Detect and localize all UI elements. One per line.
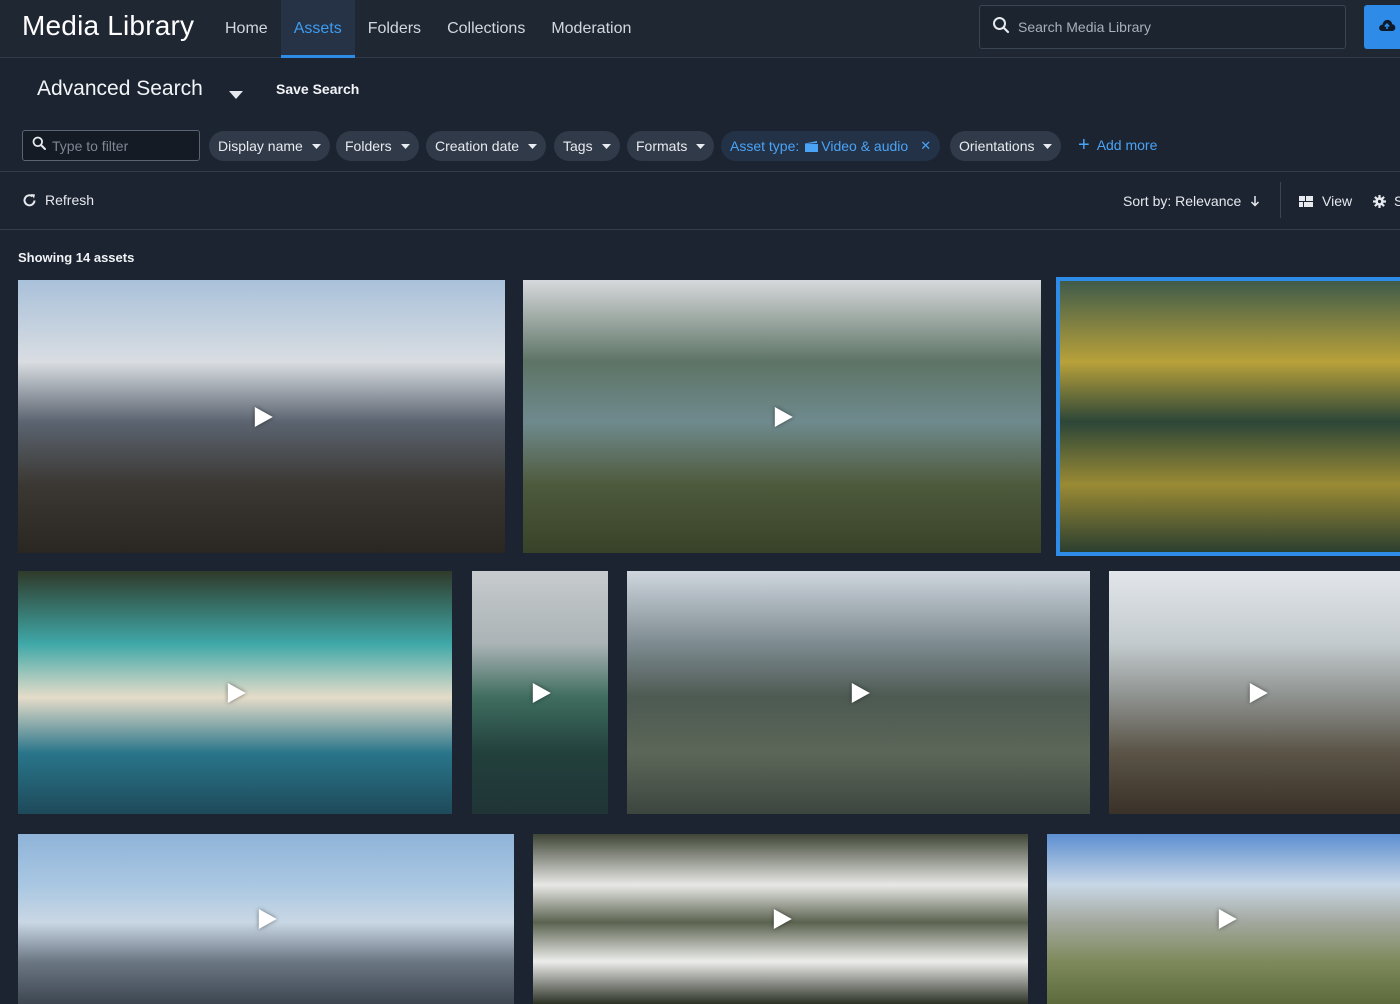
- chip-prefix: Asset type:: [730, 138, 800, 154]
- play-icon: [254, 406, 273, 427]
- nav-assets[interactable]: Assets: [280, 0, 355, 58]
- caret-down-icon: [400, 143, 410, 149]
- caret-down-icon: [311, 143, 321, 149]
- chip-label: Orientations: [959, 138, 1035, 154]
- plus-icon: +: [1078, 134, 1090, 156]
- play-icon: [851, 682, 870, 703]
- view-button[interactable]: View: [1299, 193, 1352, 209]
- play-icon: [258, 909, 277, 929]
- global-search[interactable]: [979, 5, 1346, 49]
- sort-label: Sort by: Relevance: [1123, 193, 1242, 209]
- sort-dropdown[interactable]: Sort by: Relevance: [1123, 193, 1260, 209]
- caret-down-icon: [696, 143, 706, 149]
- filter-display-name[interactable]: Display name: [209, 131, 330, 161]
- play-icon: [773, 909, 792, 929]
- asset-thumbnail[interactable]: [1109, 571, 1400, 814]
- search-input[interactable]: [1018, 19, 1318, 35]
- add-more-label: Add more: [1096, 137, 1158, 153]
- asset-thumbnail[interactable]: [627, 571, 1090, 814]
- settings-button[interactable]: S: [1373, 193, 1400, 209]
- asset-thumbnail[interactable]: [18, 834, 514, 1004]
- refresh-label: Refresh: [45, 192, 95, 208]
- top-bar: Media Library Home Assets Folders Collec…: [0, 0, 1400, 58]
- filter-creation-date[interactable]: Creation date: [426, 131, 547, 161]
- close-icon[interactable]: ✕: [920, 138, 931, 154]
- chip-value: Video & audio: [821, 138, 909, 154]
- nav-home[interactable]: Home: [212, 0, 281, 58]
- app-title: Media Library: [22, 10, 195, 41]
- view-label: View: [1322, 193, 1353, 209]
- caret-down-icon: [601, 143, 611, 149]
- filter-tags[interactable]: Tags: [554, 131, 620, 161]
- main-nav: Home Assets Folders Collections Moderati…: [212, 0, 644, 58]
- settings-label: S: [1394, 193, 1400, 209]
- filter-orientations[interactable]: Orientations: [950, 131, 1062, 161]
- filter-asset-type[interactable]: Asset type: Video & audio ✕: [721, 131, 941, 161]
- video-icon: [805, 140, 819, 152]
- play-icon: [774, 406, 793, 427]
- nav-moderation[interactable]: Moderation: [538, 0, 644, 58]
- add-more-button[interactable]: + Add more: [1078, 134, 1158, 156]
- advanced-search-title[interactable]: Advanced Search: [37, 77, 203, 101]
- caret-down-icon: [1043, 143, 1053, 149]
- nav-collections[interactable]: Collections: [434, 0, 538, 58]
- search-icon: [32, 136, 46, 155]
- arrow-down-icon: [1251, 196, 1260, 207]
- asset-thumbnail[interactable]: [533, 834, 1028, 1004]
- play-icon: [1249, 682, 1268, 703]
- results-toolbar: Refresh Sort by: Relevance View S: [0, 172, 1400, 230]
- filter-folders[interactable]: Folders: [336, 131, 419, 161]
- asset-thumbnail[interactable]: [18, 280, 505, 553]
- filter-bar: Display name Folders Creation date Tags …: [0, 120, 1400, 172]
- asset-thumbnail[interactable]: [1056, 277, 1400, 556]
- grid-view-icon: [1299, 195, 1313, 207]
- chip-label: Display name: [218, 138, 303, 154]
- filter-field[interactable]: [22, 130, 200, 161]
- caret-down-icon: [528, 143, 538, 149]
- play-icon: [532, 682, 551, 703]
- toolbar-divider: [1280, 182, 1281, 218]
- chip-label: Folders: [345, 138, 392, 154]
- search-icon: [992, 16, 1010, 39]
- chip-label: Formats: [636, 138, 688, 154]
- refresh-icon: [23, 193, 36, 206]
- result-count: Showing 14 assets: [18, 250, 135, 265]
- asset-thumbnail[interactable]: [18, 571, 452, 814]
- chip-label: Tags: [563, 138, 593, 154]
- play-icon: [227, 682, 246, 703]
- gear-icon: [1373, 194, 1386, 208]
- asset-thumbnail[interactable]: [1047, 834, 1400, 1004]
- save-search-button[interactable]: Save Search: [276, 81, 359, 97]
- filter-formats[interactable]: Formats: [627, 131, 715, 161]
- filter-input[interactable]: [52, 137, 192, 154]
- caret-down-icon[interactable]: [229, 86, 243, 104]
- play-icon: [1218, 909, 1237, 929]
- advanced-search-bar: Advanced Search Save Search: [0, 58, 1400, 120]
- cloud-upload-icon: [1378, 18, 1396, 37]
- nav-folders[interactable]: Folders: [355, 0, 434, 58]
- asset-thumbnail[interactable]: [523, 280, 1041, 553]
- chip-label: Creation date: [435, 138, 520, 154]
- refresh-button[interactable]: Refresh: [22, 192, 94, 208]
- upload-button[interactable]: [1364, 5, 1400, 49]
- asset-thumbnail[interactable]: [472, 571, 608, 814]
